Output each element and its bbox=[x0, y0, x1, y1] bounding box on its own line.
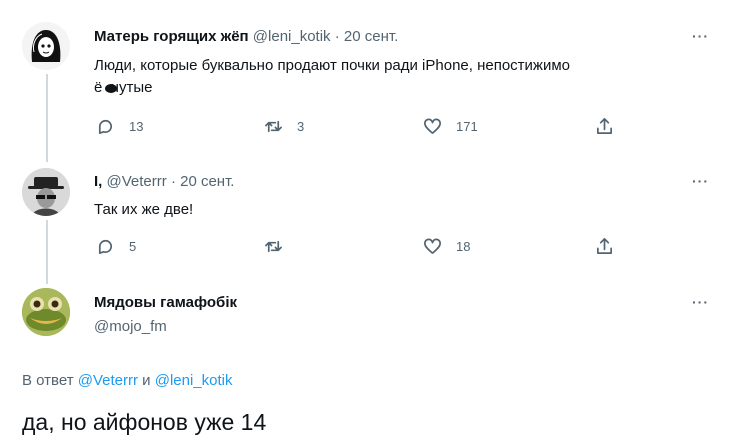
like-count: 18 bbox=[456, 239, 471, 254]
timestamp[interactable]: · 20 сент. bbox=[171, 173, 235, 190]
more-icon[interactable]: ··· bbox=[692, 173, 709, 189]
retweet-icon bbox=[265, 120, 282, 133]
avatar-leni-kotik[interactable] bbox=[22, 22, 70, 70]
reply-user-leni-kotik[interactable]: @leni_kotik bbox=[155, 372, 233, 389]
avatar-frog-drawing bbox=[22, 288, 70, 336]
reply-icon bbox=[98, 119, 113, 135]
like-button[interactable]: 18 bbox=[423, 237, 470, 256]
reply-button[interactable]: 5 bbox=[96, 237, 136, 256]
share-icon bbox=[596, 238, 613, 255]
tweet1-text-line2: ё нутые bbox=[94, 78, 152, 98]
avatar-mojo-fm[interactable] bbox=[22, 288, 70, 336]
display-name[interactable]: Матерь горящих жёп bbox=[94, 28, 249, 45]
like-icon bbox=[424, 118, 441, 135]
tweet3-handle[interactable]: @mojo_fm bbox=[94, 318, 167, 335]
share-button[interactable] bbox=[595, 237, 614, 256]
avatar-girl-drawing bbox=[22, 22, 70, 70]
timestamp[interactable]: · 20 сент. bbox=[335, 28, 399, 45]
tweet1-header: Матерь горящих жёп @leni_kotik · 20 сент… bbox=[94, 28, 398, 45]
tweet1-text-line2-content: ё нутые bbox=[94, 79, 153, 96]
like-count: 171 bbox=[456, 119, 478, 134]
reply-count: 5 bbox=[129, 239, 137, 254]
reply-button[interactable]: 13 bbox=[96, 117, 143, 136]
more-icon[interactable]: ··· bbox=[692, 294, 709, 310]
avatar-veterrr[interactable] bbox=[22, 168, 70, 216]
handle[interactable]: @Veterrr bbox=[107, 173, 167, 190]
retweet-button[interactable] bbox=[264, 237, 297, 256]
reply-count: 13 bbox=[129, 119, 144, 134]
reply-and: и bbox=[142, 372, 151, 389]
like-button[interactable]: 171 bbox=[423, 117, 478, 136]
tweet1-text-line1: Люди, которые буквально продают почки ра… bbox=[94, 57, 571, 74]
reply-icon bbox=[98, 239, 113, 255]
reply-prefix: В ответ bbox=[22, 372, 74, 389]
retweet-button[interactable]: 3 bbox=[264, 117, 304, 136]
share-button[interactable] bbox=[595, 117, 614, 136]
tweet2-header: I, @Veterrr · 20 сент. bbox=[94, 173, 234, 190]
retweet-icon bbox=[265, 240, 282, 253]
thread-line-2 bbox=[46, 220, 48, 284]
handle[interactable]: @leni_kotik bbox=[253, 28, 331, 45]
more-icon[interactable]: ··· bbox=[692, 28, 709, 44]
reply-context: В ответ @Veterrr и @leni_kotik bbox=[22, 372, 233, 389]
retweet-count: 3 bbox=[297, 119, 305, 134]
share-icon bbox=[596, 118, 613, 135]
tweet2-text: Так их же две! bbox=[94, 201, 194, 218]
like-icon bbox=[424, 238, 441, 255]
thread-line bbox=[46, 74, 48, 162]
tweet3-text: да, но айфонов уже 14 bbox=[22, 409, 267, 435]
avatar-hat-figure bbox=[22, 168, 70, 216]
display-name[interactable]: I, bbox=[94, 173, 102, 190]
display-name[interactable]: Мядовы гамафобік bbox=[94, 294, 237, 311]
censor-blot-icon bbox=[105, 84, 117, 93]
tweet3-name: Мядовы гамафобік bbox=[94, 294, 237, 311]
reply-user-veterrr[interactable]: @Veterrr bbox=[78, 372, 138, 389]
